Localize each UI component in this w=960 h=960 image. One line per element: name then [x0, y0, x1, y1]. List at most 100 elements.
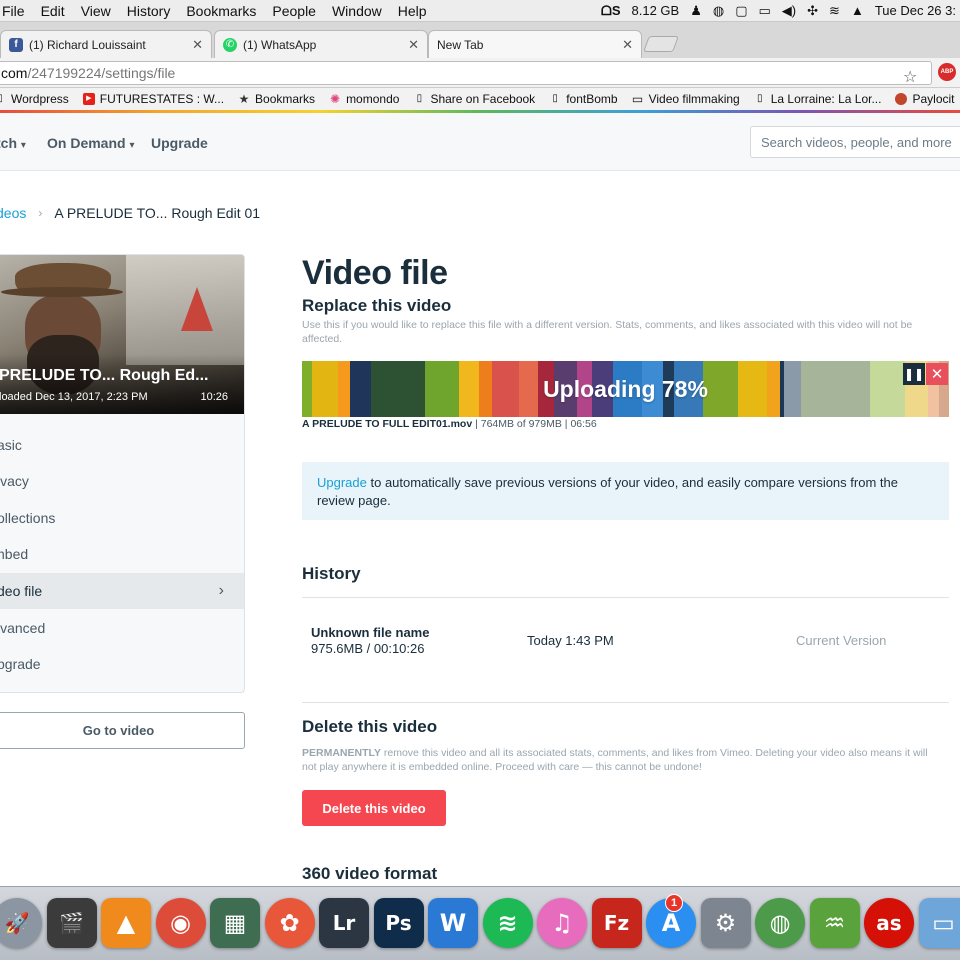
document-icon: ▯ — [756, 93, 763, 104]
system-preferences-icon[interactable]: ⚙ — [700, 898, 751, 948]
sidebar-item-advanced[interactable]: lvanced — [0, 610, 244, 646]
launchpad-icon[interactable]: 🚀 — [0, 898, 42, 948]
progress-stripe — [801, 361, 842, 417]
photoshop-icon[interactable]: Ps — [373, 898, 424, 948]
bookmark-bookmarks[interactable]: ★ Bookmarks — [238, 92, 315, 106]
tab-title: (1) WhatsApp — [243, 37, 317, 52]
progress-stripe — [641, 361, 663, 417]
vlc-icon[interactable]: ▲ — [101, 898, 151, 948]
url-host: com — [1, 65, 28, 81]
dock: 🚀 🎬 ▲ ◉ ▦ ✿ Lr Ps W ≋ ♫ Fz A ⚙ ◍ ♒ as ▭ — [0, 886, 960, 960]
nav-upgrade[interactable]: Upgrade — [151, 135, 208, 151]
document-icon: ▯ — [552, 93, 558, 104]
filezilla-icon[interactable]: Fz — [591, 898, 642, 948]
itunes-icon[interactable]: ♫ — [537, 898, 587, 948]
go-to-video-button[interactable]: Go to video — [0, 712, 245, 749]
close-icon[interactable]: ✕ — [622, 37, 633, 53]
notes-icon[interactable]: ▢ — [735, 3, 747, 19]
genie-icon[interactable]: ♒ — [809, 898, 860, 948]
sidebar-item-privacy[interactable]: ivacy — [0, 463, 244, 499]
progress-stripe — [478, 361, 493, 417]
progress-stripe — [538, 361, 554, 417]
sidebar-item-basic[interactable]: asic — [0, 427, 244, 463]
cloud-sync-icon[interactable]: ◍ — [713, 3, 724, 19]
bookmark-star-icon[interactable]: ☆ — [903, 67, 917, 87]
tab-new-tab[interactable]: New Tab ✕ — [428, 30, 642, 58]
thumbnail-hat-brim — [1, 287, 123, 297]
bookmark-fontbomb[interactable]: ▯ fontBomb — [549, 92, 617, 106]
search-input[interactable]: Search videos, people, and more — [750, 126, 960, 158]
menu-history[interactable]: History — [119, 3, 179, 19]
photo-booth-icon[interactable]: ▦ — [210, 898, 260, 948]
sidebar-item-video-file[interactable]: deo file › — [0, 573, 244, 609]
wifi-icon[interactable]: ≋ — [829, 3, 840, 19]
progress-stripe — [518, 361, 539, 417]
clock[interactable]: Tue Dec 26 3: — [875, 3, 956, 18]
sidebar-item-collections[interactable]: ollections — [0, 500, 244, 536]
breadcrumb-videos-link[interactable]: deos — [0, 205, 26, 221]
progress-stripe — [424, 361, 460, 417]
pause-upload-button[interactable]: ❚❚ — [903, 363, 925, 385]
folder-icon[interactable]: ▭ — [918, 898, 960, 948]
progress-stripe — [613, 361, 642, 417]
word-icon[interactable]: W — [428, 898, 478, 948]
menu-edit[interactable]: Edit — [33, 3, 73, 19]
chrome-icon[interactable]: ◉ — [155, 898, 206, 948]
nav-on-demand[interactable]: On Demand ▾ — [47, 135, 135, 151]
youtube-icon: ▶ — [82, 93, 95, 105]
menu-bookmarks[interactable]: Bookmarks — [178, 3, 264, 19]
progress-stripe — [783, 361, 802, 417]
bookmark-futurestates[interactable]: ▶ FUTURESTATES : W... — [82, 92, 224, 106]
tab-whatsapp[interactable]: ✆ (1) WhatsApp ✕ — [214, 30, 428, 58]
flashlight-icon[interactable]: ♟ — [690, 3, 702, 19]
volume-icon[interactable]: ◀) — [782, 3, 796, 19]
progress-stripe — [662, 361, 675, 417]
menu-people[interactable]: People — [264, 3, 324, 19]
davinci-icon[interactable]: ✿ — [264, 898, 315, 948]
bookmark-wordpress[interactable]: ▯ Wordpress — [0, 92, 69, 106]
bookmark-momondo[interactable]: ✺ momondo — [329, 92, 399, 106]
menu-help[interactable]: Help — [390, 3, 435, 19]
lightroom-icon[interactable]: Lr — [319, 898, 369, 948]
progress-stripe — [459, 361, 479, 417]
memory-monitor-icon[interactable]: ᗝS — [601, 3, 620, 19]
bookmark-la-lorraine[interactable]: ▯ La Lorraine: La Lor... — [754, 92, 882, 106]
cancel-upload-button[interactable]: ✕ — [926, 363, 948, 385]
close-icon[interactable]: ✕ — [192, 37, 203, 53]
lastfm-icon[interactable]: as — [864, 898, 914, 948]
format-heading: 360 video format — [302, 864, 438, 883]
globe-app-icon[interactable]: ◍ — [755, 898, 805, 948]
history-version-status: Current Version — [796, 633, 887, 648]
bookmark-paylocity[interactable]: Paylocit — [895, 92, 955, 106]
bookmark-share-facebook[interactable]: ▯ Share on Facebook — [413, 92, 536, 106]
upload-progress-bar — [302, 361, 949, 417]
new-tab-button[interactable] — [643, 36, 679, 52]
upgrade-link[interactable]: Upgrade — [317, 475, 367, 490]
tab-strip: f (1) Richard Louissaint ✕ ✆ (1) WhatsAp… — [0, 22, 960, 58]
address-bar[interactable]: com/247199224/settings/file ☆ — [0, 61, 932, 87]
memory-readout[interactable]: 8.12 GB — [632, 3, 680, 18]
bookmark-video-filmmaking[interactable]: ▭ Video filmmaking — [632, 92, 740, 106]
app-store-badge: 1 — [665, 894, 683, 912]
menu-window[interactable]: Window — [324, 3, 390, 19]
spotify-icon[interactable]: ≋ — [482, 898, 533, 948]
delete-video-button[interactable]: Delete this video — [302, 790, 446, 826]
bookmark-label: Bookmarks — [255, 92, 316, 106]
final-cut-icon[interactable]: 🎬 — [46, 898, 97, 948]
sidebar-item-embed[interactable]: nbed — [0, 536, 244, 572]
close-icon[interactable]: ✕ — [408, 37, 419, 53]
bluetooth-icon[interactable]: ✣ — [807, 3, 818, 19]
sidebar-item-upgrade[interactable]: pgrade — [0, 646, 244, 682]
airplay-icon[interactable]: ▭ — [759, 3, 771, 19]
tab-facebook[interactable]: f (1) Richard Louissaint ✕ — [0, 30, 212, 58]
eject-icon[interactable]: ▲ — [851, 3, 864, 18]
upgrade-notice-text: to automatically save previous versions … — [317, 475, 898, 508]
menu-view[interactable]: View — [73, 3, 119, 19]
nav-watch[interactable]: tch ▾ — [0, 135, 26, 151]
adblock-icon[interactable]: ABP — [938, 63, 956, 81]
close-icon: ✕ — [930, 366, 944, 383]
video-thumbnail[interactable]: PRELUDE TO... Rough Ed... loaded Dec 13,… — [0, 255, 244, 414]
pause-icon: ❚❚ — [903, 367, 925, 381]
bookmark-label: fontBomb — [566, 92, 618, 106]
menu-file[interactable]: File — [0, 3, 33, 19]
